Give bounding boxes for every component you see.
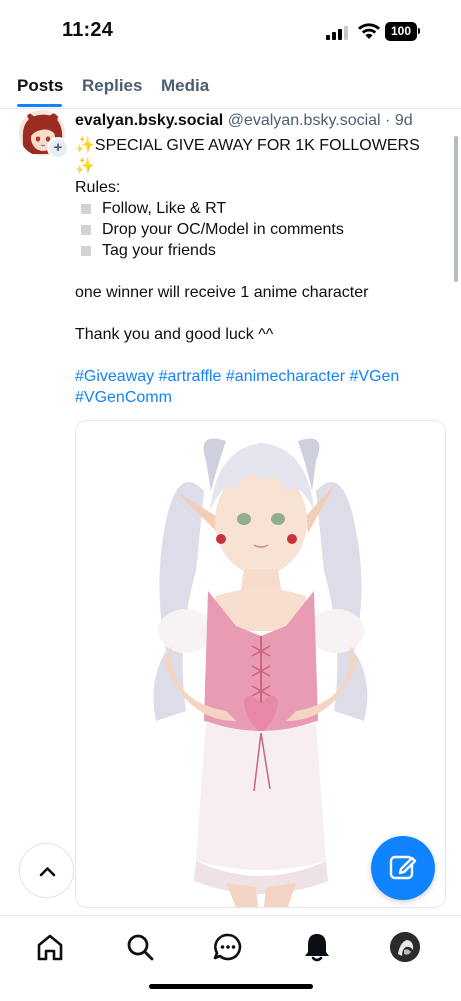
post-image[interactable] — [75, 420, 446, 908]
post-age: · 9d — [385, 112, 413, 129]
follow-plus-icon[interactable]: + — [47, 137, 69, 159]
rules-label: Rules: — [75, 179, 121, 196]
scrollbar-thumb[interactable] — [454, 136, 458, 282]
rule-item: Follow, Like & RT — [75, 198, 447, 219]
author-handle[interactable]: @evalyan.bsky.social — [228, 112, 381, 129]
sparkle-icon: ✨ — [75, 158, 95, 175]
compose-post-button[interactable] — [371, 836, 435, 900]
hashtags-line[interactable]: #Giveaway #artraffle #animecharacter #VG… — [75, 366, 447, 387]
status-bar: 11:24 100 — [0, 0, 461, 64]
home-indicator — [149, 984, 313, 989]
cellular-signal-icon — [326, 24, 350, 40]
home-icon[interactable] — [33, 930, 67, 964]
wifi-icon — [358, 23, 380, 39]
thanks-text: Thank you and good luck ^^ — [75, 326, 274, 343]
scroll-to-top-button[interactable] — [19, 843, 74, 898]
author-display-name[interactable]: evalyan.bsky.social — [75, 112, 223, 129]
post-text: ✨SPECIAL GIVE AWAY FOR 1K FOLLOWERS ✨ Ru… — [75, 135, 447, 408]
profile-tabs: Posts Replies Media — [0, 64, 461, 109]
rule-item: Drop your OC/Model in comments — [75, 219, 447, 240]
tab-media[interactable]: Media — [161, 76, 209, 96]
chevron-up-icon — [39, 867, 56, 877]
profile-avatar[interactable] — [390, 932, 420, 962]
sparkle-icon: ✨ — [75, 137, 95, 154]
bullet-square-icon — [81, 246, 91, 256]
anime-character-illustration — [76, 421, 445, 907]
active-tab-indicator — [17, 104, 62, 107]
search-icon[interactable] — [123, 930, 157, 964]
winner-text: one winner will receive 1 anime characte… — [75, 284, 369, 301]
post-header: evalyan.bsky.social @evalyan.bsky.social… — [75, 112, 413, 130]
tab-replies[interactable]: Replies — [82, 76, 142, 96]
hashtags-line[interactable]: #VGenComm — [75, 387, 447, 408]
status-time: 11:24 — [62, 19, 114, 41]
bell-icon[interactable] — [300, 930, 334, 964]
bullet-square-icon — [81, 225, 91, 235]
battery-icon: 100 — [385, 22, 421, 41]
tab-posts[interactable]: Posts — [17, 76, 63, 96]
post-title: SPECIAL GIVE AWAY FOR 1K FOLLOWERS — [94, 137, 420, 154]
battery-level: 100 — [385, 22, 417, 41]
rule-item: Tag your friends — [75, 240, 447, 261]
bullet-square-icon — [81, 204, 91, 214]
compose-icon — [389, 855, 417, 880]
chat-icon[interactable] — [211, 930, 245, 964]
